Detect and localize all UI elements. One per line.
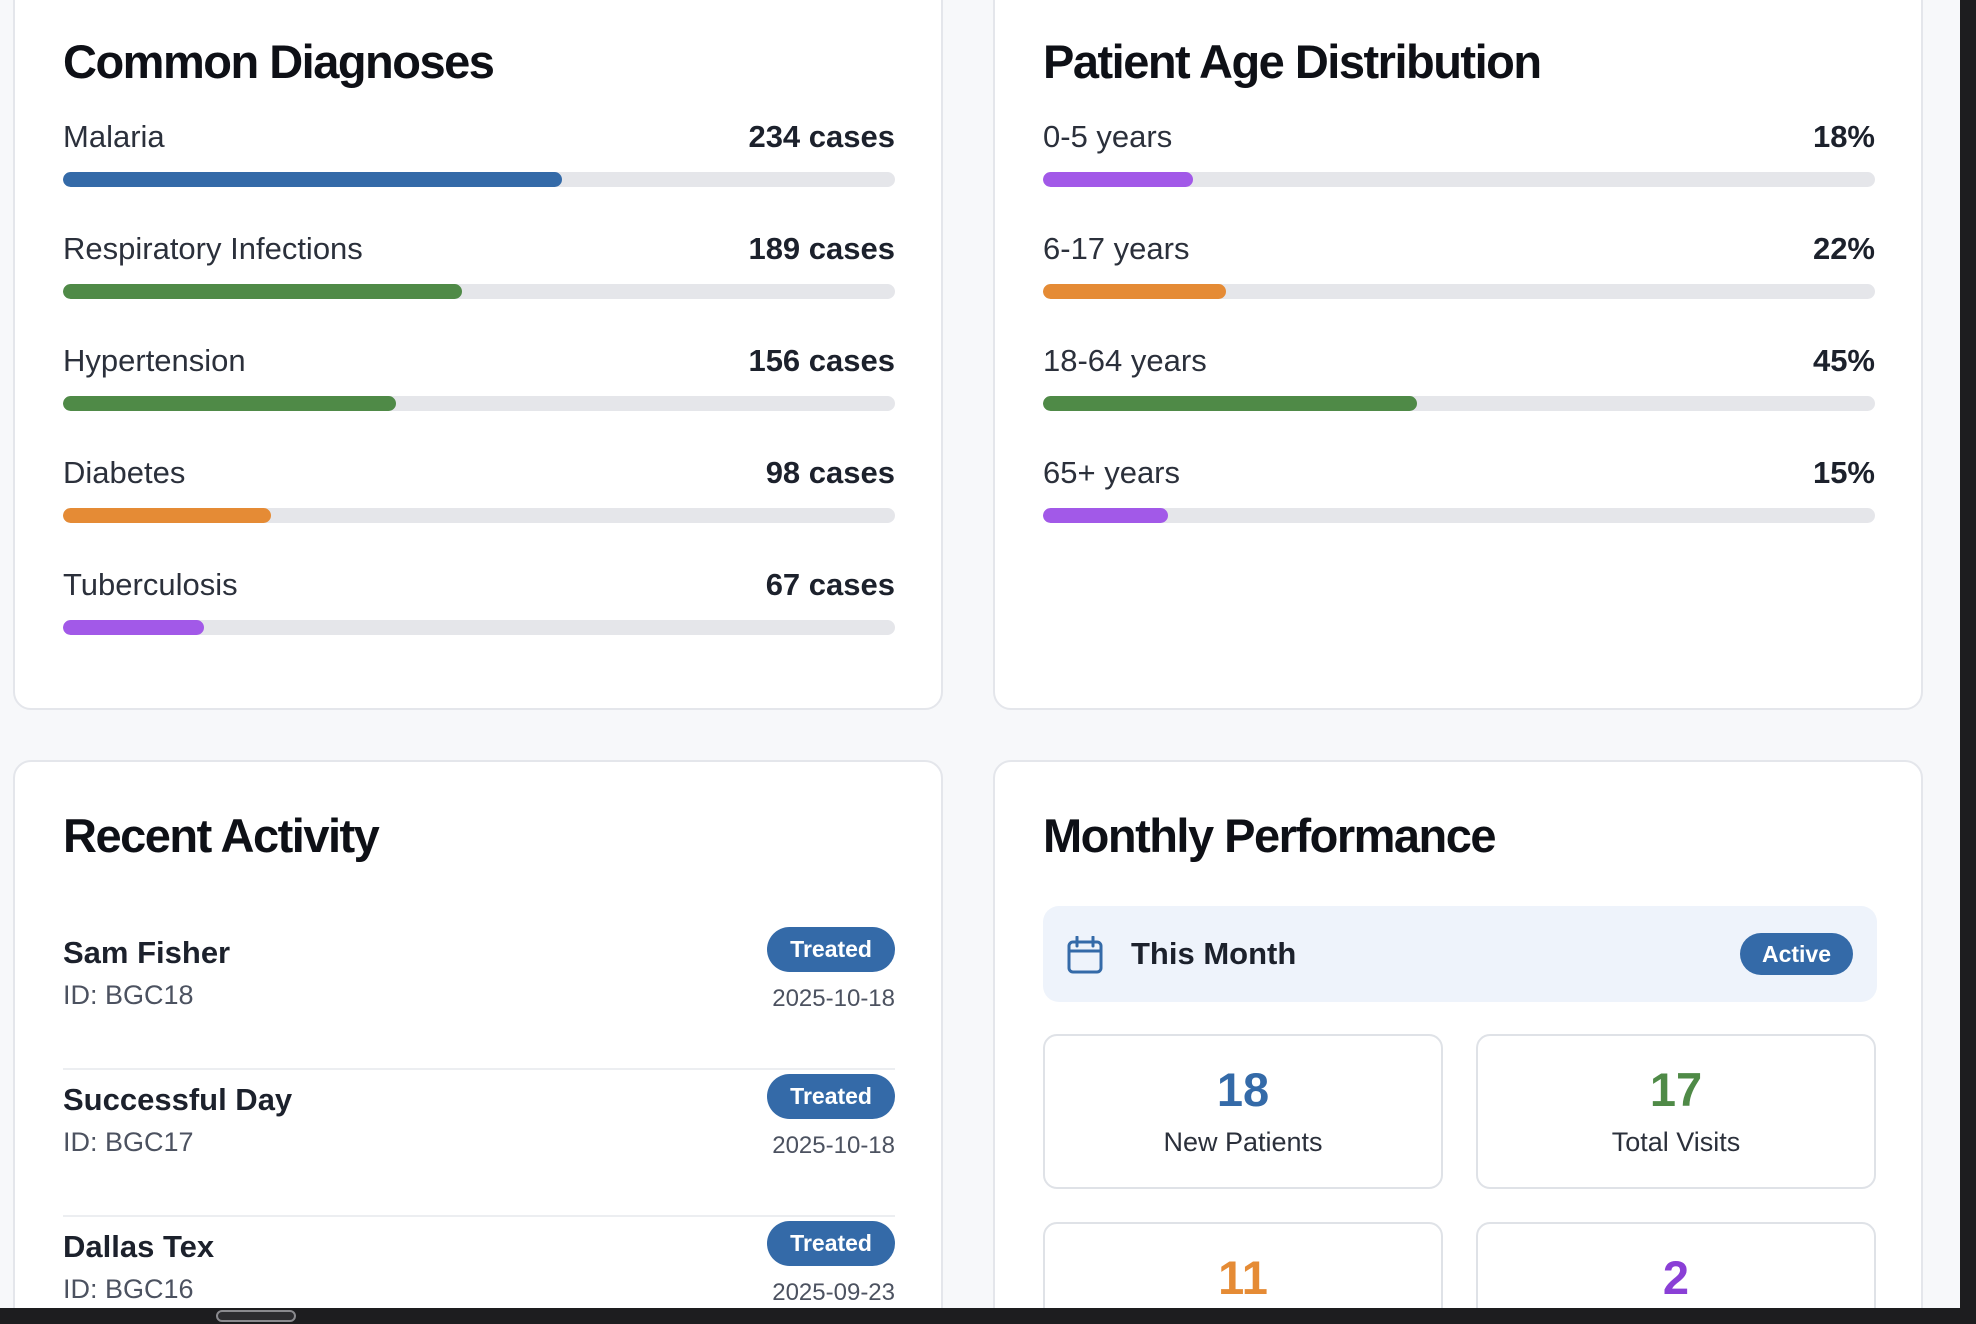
diagnosis-count: 98 cases: [765, 455, 895, 490]
stat-value: 2: [1662, 1251, 1690, 1304]
patient-name: Dallas Tex: [63, 1229, 215, 1264]
patient-id: ID: BGC18: [63, 980, 194, 1010]
progress-fill: [1043, 172, 1193, 187]
diagnosis-label: Diabetes: [63, 455, 186, 490]
diagnosis-row-hypertension: Hypertension 156 cases: [63, 343, 895, 423]
age-row-65-plus: 65+ years 15%: [1043, 455, 1875, 535]
age-row-0-5: 0-5 years 18%: [1043, 119, 1875, 199]
activity-item[interactable]: Dallas Tex ID: BGC16 Treated 2025-09-23: [63, 1217, 895, 1308]
scrollbar-thumb[interactable]: [216, 1310, 296, 1322]
diagnosis-label: Tuberculosis: [63, 567, 238, 602]
diagnosis-label: Malaria: [63, 119, 165, 154]
recent-activity-card: Recent Activity Sam Fisher ID: BGC18 Tre…: [13, 760, 943, 1308]
progress-track: [63, 172, 895, 187]
age-distribution-card: Patient Age Distribution 0-5 years 18% 6…: [993, 0, 1923, 710]
status-badge: Treated: [767, 1221, 895, 1266]
activity-date: 2025-10-18: [772, 985, 895, 1012]
age-percent: 15%: [1812, 455, 1875, 490]
stat-new-patients: 18 New Patients: [1043, 1034, 1443, 1189]
age-percent: 18%: [1812, 119, 1875, 154]
activity-item[interactable]: Successful Day ID: BGC17 Treated 2025-10…: [63, 1070, 895, 1217]
stat-total-visits: 17 Total Visits: [1476, 1034, 1876, 1189]
diagnosis-row-malaria: Malaria 234 cases: [63, 119, 895, 199]
status-badge: Treated: [767, 1074, 895, 1119]
progress-fill: [63, 396, 396, 411]
common-diagnoses-card: Common Diagnoses Malaria 234 cases Respi…: [13, 0, 943, 710]
diagnosis-count: 189 cases: [748, 231, 895, 266]
card-title: Patient Age Distribution: [1043, 35, 1542, 88]
age-row-18-64: 18-64 years 45%: [1043, 343, 1875, 423]
diagnosis-label: Hypertension: [63, 343, 246, 378]
age-percent: 22%: [1812, 231, 1875, 266]
activity-item[interactable]: Sam Fisher ID: BGC18 Treated 2025-10-18: [63, 923, 895, 1070]
card-title: Monthly Performance: [1043, 809, 1497, 862]
stat-label: Total Visits: [1611, 1127, 1741, 1157]
patient-id: ID: BGC16: [63, 1274, 194, 1304]
active-badge: Active: [1739, 933, 1853, 975]
card-title: Recent Activity: [63, 809, 380, 862]
age-row-6-17: 6-17 years 22%: [1043, 231, 1875, 311]
card-title: Common Diagnoses: [63, 35, 495, 88]
stat-value: 11: [1218, 1251, 1268, 1304]
progress-fill: [63, 172, 563, 187]
age-label: 18-64 years: [1043, 343, 1207, 378]
status-badge: Treated: [767, 927, 895, 972]
patient-name: Successful Day: [63, 1082, 293, 1117]
stat-value: 18: [1216, 1063, 1270, 1116]
progress-track: [63, 620, 895, 635]
diagnosis-row-respiratory-infections: Respiratory Infections 189 cases: [63, 231, 895, 311]
progress-track: [1043, 172, 1875, 187]
progress-fill: [63, 508, 271, 523]
window-edge: [1960, 0, 1976, 1324]
progress-track: [63, 508, 895, 523]
patient-id: ID: BGC17: [63, 1127, 194, 1157]
stat-label: New Patients: [1163, 1127, 1323, 1157]
diagnosis-label: Respiratory Infections: [63, 231, 363, 266]
progress-fill: [63, 284, 463, 299]
progress-track: [1043, 508, 1875, 523]
age-percent: 45%: [1812, 343, 1875, 378]
progress-track: [1043, 396, 1875, 411]
age-label: 65+ years: [1043, 455, 1181, 490]
dashboard-viewport: Common Diagnoses Malaria 234 cases Respi…: [0, 0, 1960, 1308]
progress-fill: [1043, 508, 1168, 523]
period-label: This Month: [1131, 936, 1297, 971]
diagnosis-count: 67 cases: [765, 567, 895, 602]
calendar-icon: [1067, 935, 1103, 974]
horizontal-scrollbar[interactable]: [0, 1308, 1976, 1324]
progress-track: [63, 284, 895, 299]
age-label: 0-5 years: [1043, 119, 1173, 154]
monthly-performance-card: Monthly Performance This Month Active 18…: [993, 760, 1923, 1308]
progress-fill: [1043, 396, 1418, 411]
diagnosis-row-tuberculosis: Tuberculosis 67 cases: [63, 567, 895, 647]
progress-track: [1043, 284, 1875, 299]
stat-box-third: 11: [1043, 1222, 1443, 1308]
stat-box-fourth: 2: [1476, 1222, 1876, 1308]
activity-date: 2025-09-23: [772, 1279, 895, 1306]
age-label: 6-17 years: [1043, 231, 1190, 266]
diagnosis-count: 234 cases: [748, 119, 895, 154]
patient-name: Sam Fisher: [63, 935, 231, 970]
stat-value: 17: [1649, 1063, 1703, 1116]
progress-fill: [1043, 284, 1227, 299]
progress-fill: [63, 620, 205, 635]
activity-date: 2025-10-18: [772, 1132, 895, 1159]
period-selector[interactable]: This Month Active: [1043, 906, 1877, 1002]
diagnosis-row-diabetes: Diabetes 98 cases: [63, 455, 895, 535]
progress-track: [63, 396, 895, 411]
diagnosis-count: 156 cases: [748, 343, 895, 378]
